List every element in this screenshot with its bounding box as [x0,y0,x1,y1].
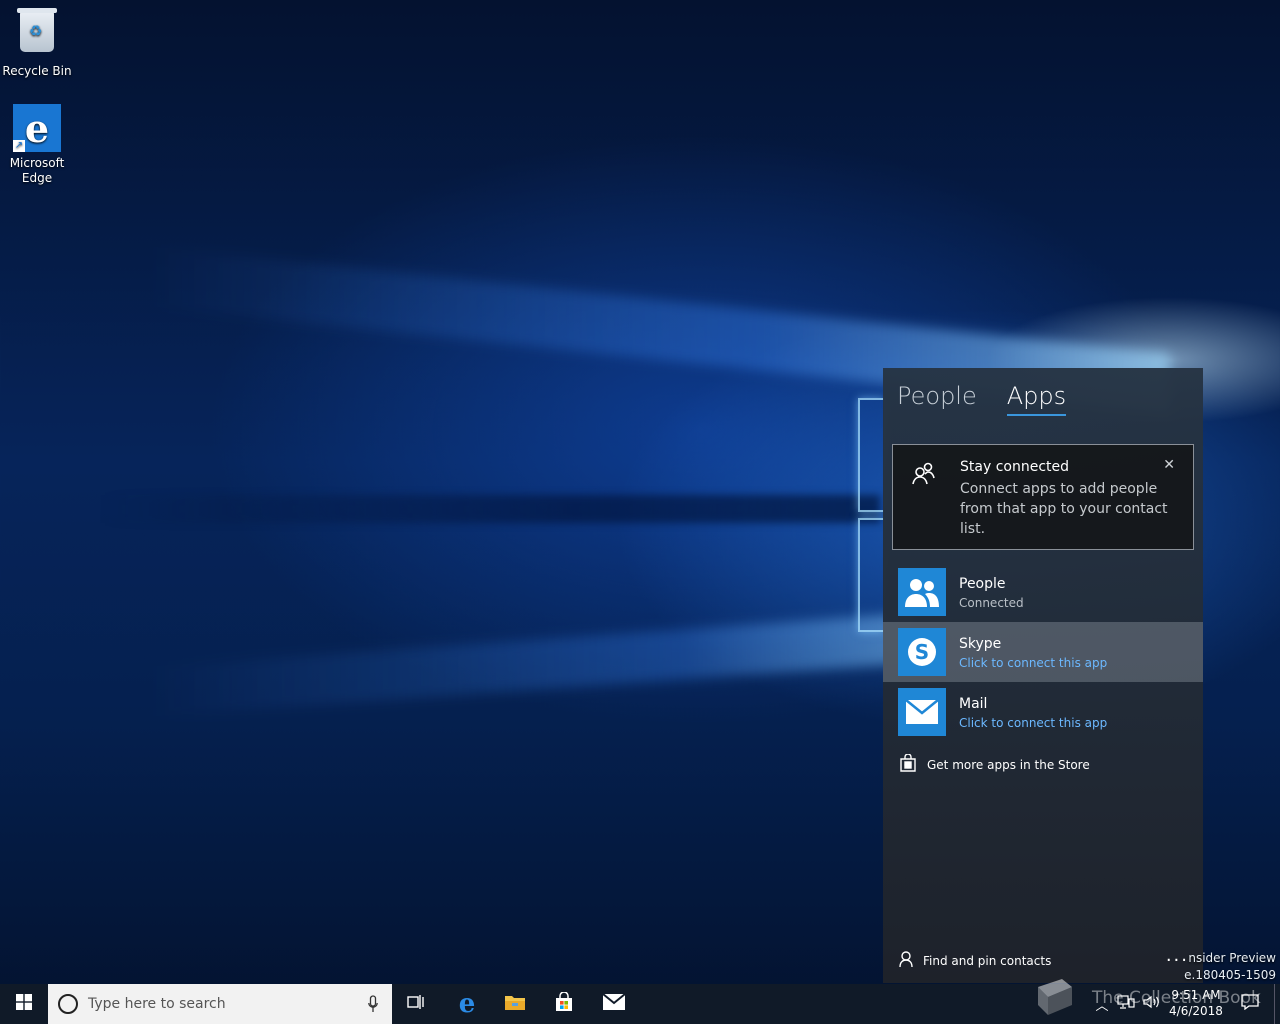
get-more-apps-link[interactable]: Get more apps in the Store [899,753,1090,775]
app-status: Connected [959,596,1024,610]
microphone-icon[interactable] [368,995,378,1017]
recycle-bin-icon: ♻ [13,8,61,60]
store-link-label: Get more apps in the Store [927,757,1090,772]
task-view-button[interactable] [392,984,440,1024]
desktop-icon-label: Microsoft Edge [9,156,65,185]
store-icon [899,753,917,775]
windows-logo-icon [16,994,32,1014]
edge-icon: e [458,989,476,1019]
skype-icon: S [898,628,946,676]
edge-taskbar-button[interactable]: e [443,984,491,1024]
edge-icon: e ↗ [13,104,61,152]
app-name: Skype [959,636,1002,652]
wallpaper-shadow-beam [100,495,880,523]
stay-connected-banner: Stay connected Connect apps to add peopl… [892,444,1194,550]
app-name: People [959,576,1006,592]
cortana-icon [58,994,78,1014]
desktop-icon-recycle-bin[interactable]: ♻ Recycle Bin [2,8,72,79]
people-flyout: People Apps Stay connected Connect apps … [883,368,1203,983]
store-icon [554,991,574,1016]
store-taskbar-button[interactable] [540,984,588,1024]
start-button[interactable] [0,984,48,1024]
wallpaper-window-pane [858,398,884,512]
build-line: nsider Preview [1188,951,1276,965]
app-row-skype[interactable]: S Skype Click to connect this app [883,622,1203,682]
person-icon [899,951,913,970]
find-contacts-label: Find and pin contacts [923,953,1052,968]
search-box[interactable]: Type here to search [48,984,392,1024]
collection-book-watermark: The Collection Book [1030,975,1280,1023]
tab-people[interactable]: People [897,382,977,416]
mail-taskbar-button[interactable] [590,984,638,1024]
book-logo-icon [1030,977,1074,1017]
task-view-icon [407,994,425,1014]
app-row-mail[interactable]: Mail Click to connect this app [883,682,1203,742]
shortcut-arrow-icon: ↗ [13,140,25,152]
desktop-icon-microsoft-edge[interactable]: e ↗ Microsoft Edge [2,104,72,186]
close-icon[interactable]: ✕ [1163,457,1175,473]
file-explorer-button[interactable] [491,984,539,1024]
find-and-pin-contacts-button[interactable]: Find and pin contacts [899,951,1051,970]
search-placeholder: Type here to search [88,996,226,1012]
people-icon [898,568,946,616]
watermark-text: The Collection Book [1092,988,1261,1008]
flyout-tabs: People Apps [897,382,1067,416]
svg-text:S: S [915,640,929,664]
contacts-icon [911,461,937,487]
app-row-people[interactable]: People Connected [883,562,1203,622]
wallpaper-light-beam [150,613,910,717]
banner-title: Stay connected [960,459,1069,475]
connect-app-link[interactable]: Click to connect this app [959,716,1107,730]
banner-body: Connect apps to add people from that app… [960,481,1168,537]
connect-app-link[interactable]: Click to connect this app [959,656,1107,670]
tab-apps[interactable]: Apps [1006,382,1067,416]
mail-icon [898,688,946,736]
app-name: Mail [959,696,988,712]
wallpaper-window-pane [858,518,884,632]
mail-icon [602,993,626,1015]
file-explorer-icon [504,993,526,1015]
desktop-icon-label: Recycle Bin [2,64,72,78]
